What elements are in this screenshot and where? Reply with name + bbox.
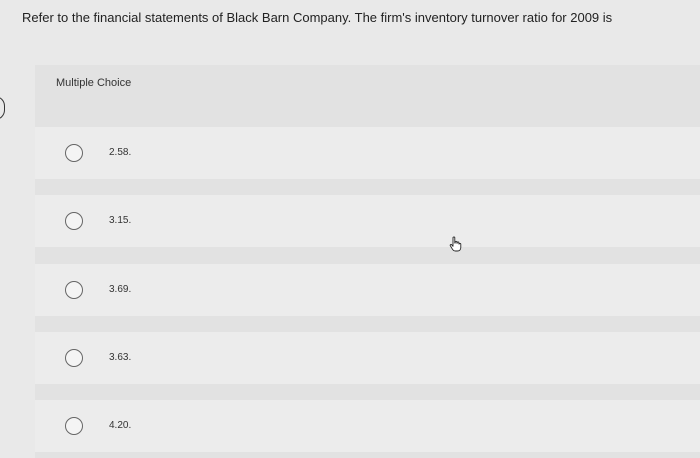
multiple-choice-label: Multiple Choice (56, 77, 132, 89)
radio-icon[interactable] (65, 417, 83, 435)
answer-option-label: 4.20. (109, 420, 132, 431)
question-text: Refer to the financial statements of Bla… (22, 10, 613, 25)
answer-option-5[interactable]: 4.20. (35, 400, 700, 452)
answer-option-3[interactable]: 3.69. (35, 264, 700, 316)
answer-option-label: 3.63. (109, 352, 132, 363)
radio-icon[interactable] (65, 144, 83, 162)
radio-icon[interactable] (65, 212, 83, 230)
answer-option-2[interactable]: 3.15. (35, 195, 700, 247)
answer-option-label: 2.58. (109, 147, 132, 158)
answer-panel: Multiple Choice 2.58. 3.15. 3.69. 3.63. … (35, 65, 700, 458)
radio-icon[interactable] (65, 349, 83, 367)
answer-option-label: 3.15. (109, 215, 132, 226)
radio-icon[interactable] (65, 281, 83, 299)
answer-option-label: 3.69. (109, 284, 132, 295)
answer-option-4[interactable]: 3.63. (35, 332, 700, 384)
hand-pointer-icon (449, 236, 462, 252)
edge-handle (0, 96, 5, 120)
answer-option-1[interactable]: 2.58. (35, 127, 700, 179)
